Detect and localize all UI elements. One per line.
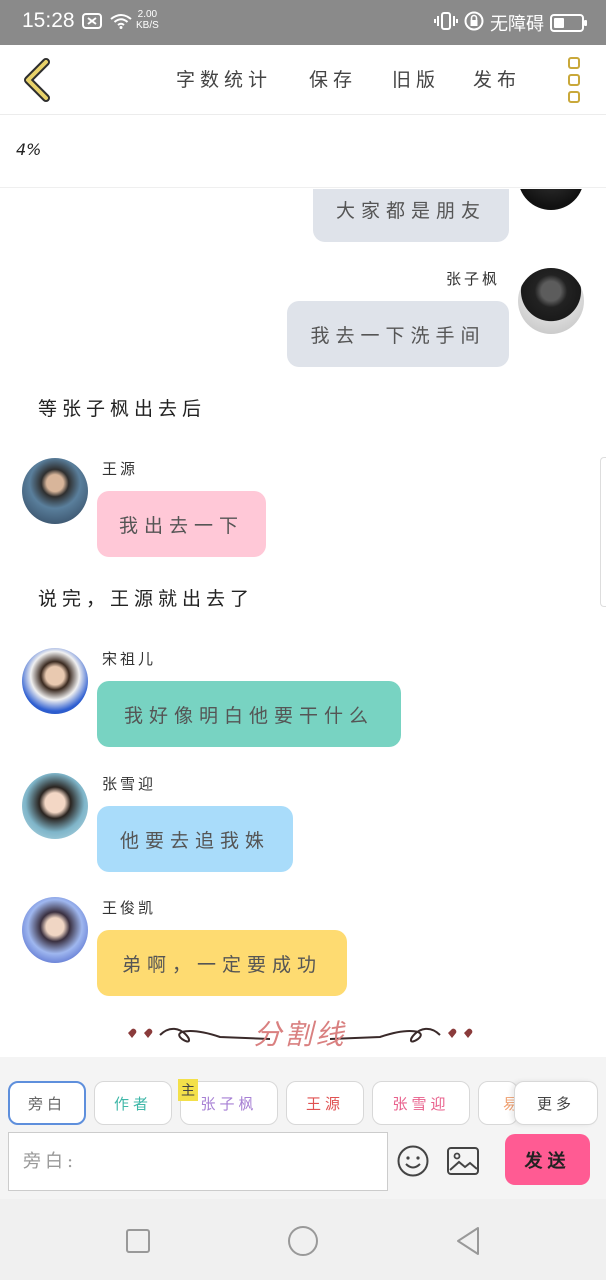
main-role-badge: 主 <box>178 1079 198 1101</box>
picture-icon <box>447 1147 479 1175</box>
emoji-button[interactable] <box>395 1143 431 1179</box>
scrollbar[interactable] <box>600 457 606 607</box>
network-speed-value: 2.00 <box>137 9 158 20</box>
message-bubble[interactable]: 他要去追我姝 <box>97 806 293 872</box>
message-input[interactable] <box>9 1133 387 1190</box>
message-input-container <box>8 1132 388 1191</box>
avatar[interactable] <box>22 773 88 839</box>
progress-percent: 4% <box>16 140 42 159</box>
role-chip-narrator[interactable]: 旁白 <box>8 1081 86 1125</box>
word-count-button[interactable]: 字数统计 <box>176 65 272 92</box>
status-time: 15:28 <box>22 9 75 32</box>
avatar[interactable] <box>22 648 88 714</box>
role-chip-partial[interactable]: 易 <box>478 1081 518 1125</box>
message-bubble[interactable]: 我去一下洗手间 <box>287 301 509 367</box>
composer: 旁白 作者 张子枫 主 王源 张雪迎 易 更多 发送 <box>0 1057 606 1199</box>
status-right: 无障碍 <box>434 10 587 36</box>
vibrate-icon <box>434 11 458 36</box>
more-menu-button[interactable] <box>560 55 588 105</box>
avatar[interactable] <box>22 458 88 524</box>
avatar[interactable] <box>518 268 584 334</box>
home-button[interactable] <box>283 1221 323 1261</box>
back-nav-button[interactable] <box>448 1221 488 1261</box>
role-chip-author[interactable]: 作者 <box>94 1081 172 1125</box>
sender-name: 宋祖儿 <box>102 650 157 668</box>
lock-rotation-icon <box>464 11 484 36</box>
wifi-icon <box>110 13 132 33</box>
chat-area[interactable]: 大家都是朋友 张子枫 我去一下洗手间 等张子枫出去后 王源 我出去一下 说完，王… <box>0 189 606 1057</box>
message-bubble[interactable]: 弟啊，一定要成功 <box>97 930 347 996</box>
progress-row: 4% <box>0 116 606 188</box>
message-bubble[interactable]: 我好像明白他要干什么 <box>97 681 401 747</box>
old-version-button[interactable]: 旧版 <box>392 65 440 92</box>
message-bubble[interactable]: 我出去一下 <box>97 491 266 557</box>
back-arrow-icon <box>24 58 50 102</box>
publish-button[interactable]: 发布 <box>473 65 521 92</box>
square-icon <box>126 1229 150 1253</box>
network-speed: 2.00 KB/S <box>136 9 159 31</box>
accessibility-label: 无障碍 <box>490 14 544 35</box>
notification-icon <box>82 13 102 33</box>
circle-icon <box>288 1226 318 1256</box>
divider-label: 分割线 <box>253 1018 347 1051</box>
status-bar: 15:28 2.00 KB/S 无障碍 <box>0 0 606 45</box>
battery-icon <box>550 14 587 32</box>
avatar[interactable] <box>518 189 584 210</box>
role-chip-zhang-xueying[interactable]: 张雪迎 <box>372 1081 470 1125</box>
sender-name: 王源 <box>102 460 139 478</box>
menu-dot-icon <box>568 91 580 103</box>
avatar[interactable] <box>22 897 88 963</box>
role-chip-wang-yuan[interactable]: 王源 <box>286 1081 364 1125</box>
menu-dot-icon <box>568 57 580 69</box>
back-button[interactable] <box>12 55 62 105</box>
save-button[interactable]: 保存 <box>309 65 357 92</box>
sender-name: 张子枫 <box>446 270 501 288</box>
more-roles-button[interactable]: 更多 <box>514 1081 598 1125</box>
status-left-icons <box>82 13 132 33</box>
menu-dot-icon <box>568 74 580 86</box>
narration-text[interactable]: 说完，王源就出去了 <box>38 584 254 611</box>
divider-ornament: 分割线 <box>120 1011 480 1057</box>
system-nav-bar <box>0 1199 606 1280</box>
sender-name: 张雪迎 <box>102 775 157 793</box>
image-button[interactable] <box>445 1143 481 1179</box>
recents-button[interactable] <box>118 1221 158 1261</box>
network-speed-unit: KB/S <box>136 20 159 31</box>
triangle-back-icon <box>457 1227 479 1255</box>
sender-name: 王俊凯 <box>102 899 157 917</box>
narration-text[interactable]: 等张子枫出去后 <box>38 394 206 421</box>
send-button[interactable]: 发送 <box>505 1134 590 1185</box>
message-bubble[interactable]: 大家都是朋友 <box>313 189 509 242</box>
editor-toolbar: 字数统计 保存 旧版 发布 <box>0 45 606 115</box>
smiley-icon <box>397 1145 429 1177</box>
